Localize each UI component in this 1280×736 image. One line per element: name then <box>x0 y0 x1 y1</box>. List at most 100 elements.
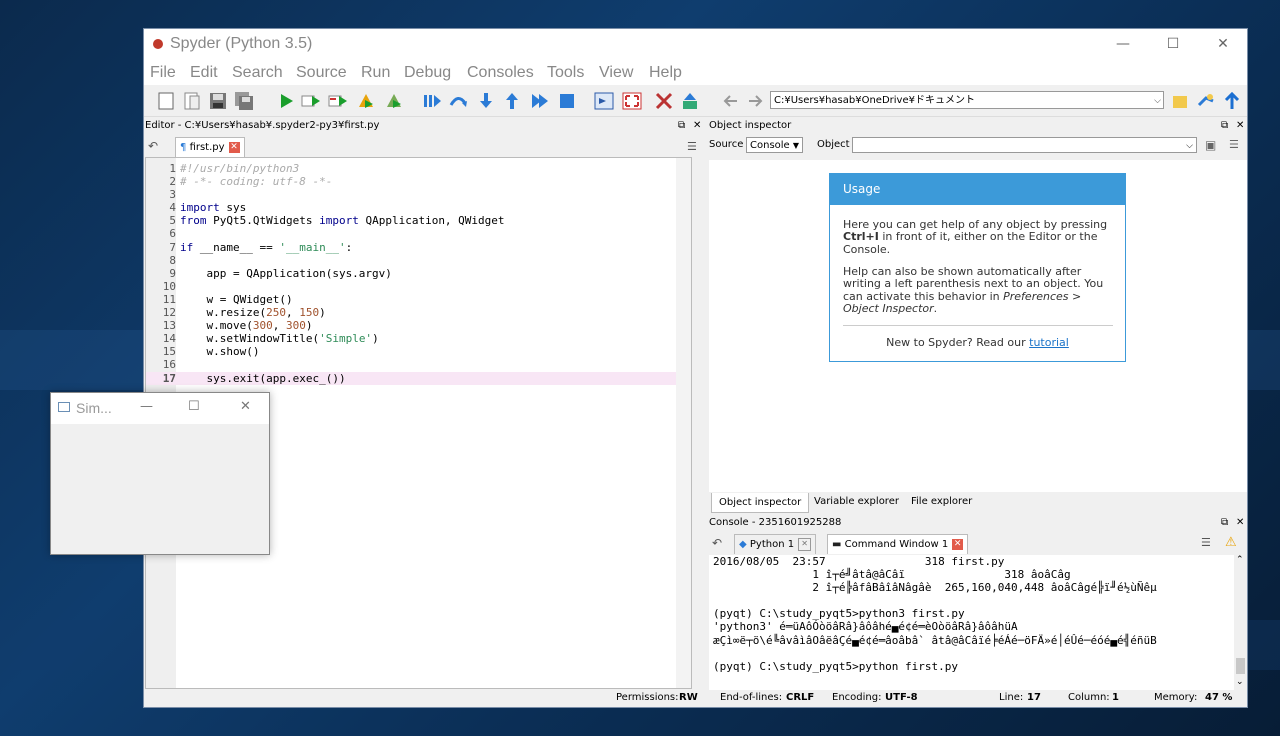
fullscreen-icon[interactable] <box>622 91 642 111</box>
browse-folder-icon[interactable] <box>1170 91 1190 111</box>
title-bar[interactable]: Spyder (Python 3.5) — ☐ ✕ <box>144 29 1247 61</box>
run-icon[interactable] <box>276 91 296 111</box>
menu-run[interactable]: Run <box>361 64 390 82</box>
maximize-button[interactable]: ☐ <box>1150 29 1196 59</box>
scroll-thumb[interactable] <box>1236 658 1245 674</box>
close-button[interactable]: ✕ <box>1200 29 1246 59</box>
menu-tools[interactable]: Tools <box>547 64 584 82</box>
step-over-icon[interactable] <box>448 91 468 111</box>
browse-tabs-icon[interactable]: ↶ <box>712 536 722 550</box>
pane-close-icon[interactable]: ✕ <box>1236 118 1244 134</box>
code-line[interactable]: 13 w.move(300, 300) <box>146 319 691 332</box>
run-again-icon[interactable] <box>384 91 404 111</box>
console-output[interactable]: 2016/08/05 23:57 318 first.py 1 î┬é╝âtâ@… <box>709 555 1234 690</box>
scroll-up-icon[interactable]: ⌃ <box>1236 555 1244 565</box>
pane-close-icon[interactable]: ✕ <box>1236 515 1244 531</box>
code-line[interactable]: 14 w.setWindowTitle('Simple') <box>146 332 691 345</box>
maximize-button[interactable]: ☐ <box>188 399 200 414</box>
step-into-icon[interactable] <box>476 91 496 111</box>
code-line[interactable]: 9 app = QApplication(sys.argv) <box>146 267 691 280</box>
scroll-down-icon[interactable]: ⌄ <box>1236 677 1244 687</box>
tab-command-window-1[interactable]: ▬ Command Window 1 ✕ <box>827 534 969 554</box>
lock-icon[interactable]: ▣ <box>1205 138 1216 152</box>
browse-tabs-icon[interactable]: ↶ <box>148 139 158 153</box>
menu-consoles[interactable]: Consoles <box>467 64 534 82</box>
run-selection-icon[interactable] <box>356 91 376 111</box>
code-line[interactable]: 12 w.resize(250, 150) <box>146 306 691 319</box>
editor-pane-title: Editor - C:¥Users¥hasab¥.spyder2-py3¥fir… <box>145 120 380 131</box>
code-line[interactable]: 11 w = QWidget() <box>146 293 691 306</box>
tab-close-icon[interactable]: ✕ <box>952 538 964 550</box>
options-menu-icon[interactable]: ☰ <box>1201 536 1211 549</box>
terminal-icon: ▬ <box>832 539 842 550</box>
code-line[interactable]: 1 #!/usr/bin/python3 <box>146 162 691 175</box>
maximize-pane-icon[interactable] <box>594 91 614 111</box>
parent-directory-icon[interactable] <box>1222 91 1242 111</box>
save-all-icon[interactable] <box>234 91 254 111</box>
menu-view[interactable]: View <box>599 64 633 82</box>
tab-close-icon[interactable]: ✕ <box>228 141 240 153</box>
line-number: 8 <box>169 253 176 267</box>
options-menu-icon[interactable]: ☰ <box>687 140 697 153</box>
minimize-button[interactable]: — <box>140 399 153 414</box>
simple-title-bar[interactable]: Sim... — ☐ ✕ <box>51 393 269 424</box>
tab-close-icon[interactable]: ✕ <box>798 537 812 551</box>
console-line: (pyqt) C:\study_pyqt5>python3 first.py <box>713 607 965 621</box>
menu-file[interactable]: File <box>150 64 176 82</box>
permissions-value: RW <box>679 692 698 703</box>
tab-first-py[interactable]: ¶ first.py ✕ <box>175 137 245 157</box>
source-combo[interactable]: Console ▼ <box>746 137 803 153</box>
code-line[interactable]: 10 <box>146 280 691 293</box>
code-line[interactable]: 3 <box>146 188 691 201</box>
code-line[interactable]: 7 if __name__ == '__main__': <box>146 241 691 254</box>
undock-icon[interactable]: ⧉ <box>1221 118 1228 134</box>
tab-variable-explorer[interactable]: Variable explorer <box>807 492 906 511</box>
object-input[interactable]: ⌵ <box>852 137 1197 153</box>
run-cell-icon[interactable] <box>328 91 348 111</box>
run-file-icon[interactable] <box>301 91 321 111</box>
menu-edit[interactable]: Edit <box>190 64 218 82</box>
pane-close-icon[interactable]: ✕ <box>693 118 701 134</box>
tab-python-1[interactable]: ◆ Python 1 ✕ <box>734 534 817 554</box>
tutorial-link[interactable]: tutorial <box>1029 336 1069 349</box>
debug-icon[interactable] <box>422 91 442 111</box>
code-text: w.setWindowTitle('Simple') <box>180 332 379 346</box>
code-text: w.move(300, 300) <box>180 319 313 333</box>
code-line[interactable]: 6 <box>146 227 691 240</box>
preferences-icon[interactable] <box>654 91 674 111</box>
tab-file-explorer[interactable]: File explorer <box>904 492 979 511</box>
set-cwd-icon[interactable] <box>1196 91 1216 111</box>
code-line[interactable]: 5 from PyQt5.QtWidgets import QApplicatio… <box>146 214 691 227</box>
minimize-button[interactable]: — <box>1100 29 1146 59</box>
code-line[interactable]: 8 <box>146 254 691 267</box>
continue-icon[interactable] <box>530 91 550 111</box>
code-line[interactable]: 17 sys.exit(app.exec_()) <box>146 371 691 385</box>
forward-arrow-icon[interactable] <box>746 91 766 111</box>
open-file-icon[interactable] <box>182 91 202 111</box>
close-button[interactable]: ✕ <box>240 399 251 414</box>
working-directory-combo[interactable]: C:¥Users¥hasab¥OneDrive¥ドキュメント ⌵ <box>770 91 1164 109</box>
menu-debug[interactable]: Debug <box>404 64 451 82</box>
step-return-icon[interactable] <box>502 91 522 111</box>
save-icon[interactable] <box>208 91 228 111</box>
new-file-icon[interactable] <box>156 91 176 111</box>
code-line[interactable]: 2 # -*- coding: utf-8 -*- <box>146 175 691 188</box>
options-menu-icon[interactable]: ☰ <box>1229 138 1239 151</box>
menu-source[interactable]: Source <box>296 64 347 82</box>
code-line[interactable]: 15 w.show() <box>146 345 691 358</box>
undock-icon[interactable]: ⧉ <box>1221 515 1228 531</box>
menu-help[interactable]: Help <box>649 64 682 82</box>
simple-qt-window[interactable]: Sim... — ☐ ✕ <box>50 392 270 555</box>
tab-object-inspector[interactable]: Object inspector <box>711 493 810 513</box>
undock-icon[interactable]: ⧉ <box>678 118 685 134</box>
warning-icon[interactable]: ⚠ <box>1225 535 1237 550</box>
back-arrow-icon[interactable] <box>720 91 740 111</box>
stop-debug-icon[interactable] <box>557 91 577 111</box>
code-line[interactable]: 4 import sys <box>146 201 691 214</box>
menu-search[interactable]: Search <box>232 64 283 82</box>
code-line[interactable]: 16 <box>146 358 691 371</box>
line-number: 3 <box>169 188 176 202</box>
console-scrollbar[interactable]: ⌃ ⌄ <box>1234 555 1247 690</box>
pythonpath-icon[interactable] <box>680 91 700 111</box>
editor-scrollbar[interactable] <box>676 158 691 688</box>
